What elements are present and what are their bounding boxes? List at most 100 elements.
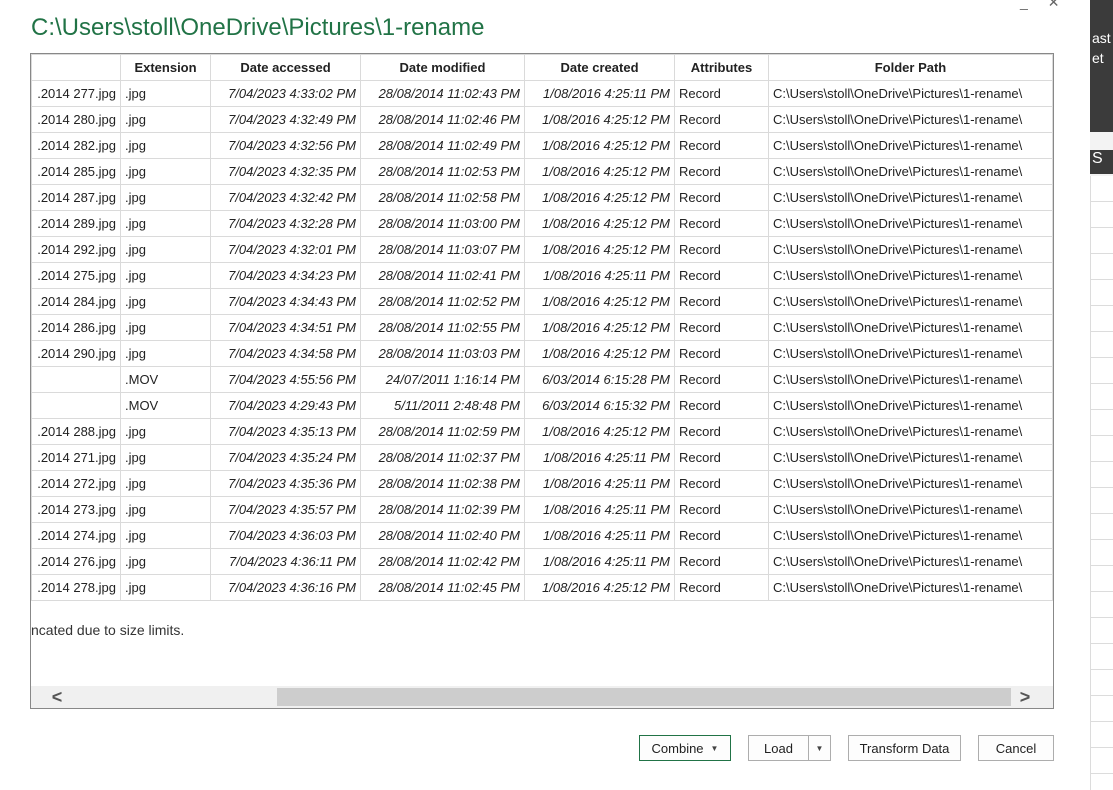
- table-row: .MOV 7/04/2023 4:55:56 PM 24/07/2011 1:16:…: [31, 366, 1053, 393]
- column-header-date-modified[interactable]: Date modified: [360, 54, 525, 81]
- scroll-right-icon[interactable]: >: [1015, 686, 1035, 708]
- cell-date-accessed: 7/04/2023 4:32:35 PM: [210, 158, 361, 185]
- load-button[interactable]: Load: [748, 735, 809, 761]
- cell-date-created: 1/08/2016 4:25:12 PM: [524, 210, 675, 237]
- load-dropdown-button[interactable]: ▼: [808, 735, 831, 761]
- window-controls: _✕: [1020, 0, 1080, 11]
- cell-date-created: 1/08/2016 4:25:12 PM: [524, 184, 675, 211]
- cell-date-modified: 28/08/2014 11:02:43 PM: [360, 80, 525, 107]
- table-row: .2014 278.jpg .jpg 7/04/2023 4:36:16 PM 28/…: [31, 574, 1053, 601]
- cell-extension: .jpg: [120, 158, 211, 185]
- cell-attributes[interactable]: Record: [674, 444, 769, 471]
- cell-name: .2014 275.jpg: [31, 262, 121, 289]
- cell-date-accessed: 7/04/2023 4:36:11 PM: [210, 548, 361, 575]
- table-row: .2014 289.jpg .jpg 7/04/2023 4:32:28 PM 28/…: [31, 210, 1053, 237]
- scrollbar-thumb[interactable]: [277, 688, 1011, 706]
- cell-name: [31, 392, 121, 419]
- cell-extension: .jpg: [120, 236, 211, 263]
- cell-attributes[interactable]: Record: [674, 392, 769, 419]
- cell-attributes[interactable]: Record: [674, 80, 769, 107]
- cancel-button[interactable]: Cancel: [978, 735, 1054, 761]
- cell-name: .2014 274.jpg: [31, 522, 121, 549]
- cell-date-accessed: 7/04/2023 4:33:02 PM: [210, 80, 361, 107]
- cell-name: .2014 286.jpg: [31, 314, 121, 341]
- table-row: .2014 287.jpg .jpg 7/04/2023 4:32:42 PM 28/…: [31, 184, 1053, 211]
- cell-date-accessed: 7/04/2023 4:32:42 PM: [210, 184, 361, 211]
- chevron-down-icon: ▼: [815, 743, 824, 753]
- cell-attributes[interactable]: Record: [674, 158, 769, 185]
- cell-folder-path: C:\Users\stoll\OneDrive\Pictures\1-renam…: [768, 574, 1053, 601]
- cell-folder-path: C:\Users\stoll\OneDrive\Pictures\1-renam…: [768, 132, 1053, 159]
- transform-data-button-label: Transform Data: [859, 740, 950, 756]
- cell-attributes[interactable]: Record: [674, 496, 769, 523]
- cell-folder-path: C:\Users\stoll\OneDrive\Pictures\1-renam…: [768, 80, 1053, 107]
- cell-attributes[interactable]: Record: [674, 314, 769, 341]
- cell-extension: .jpg: [120, 548, 211, 575]
- preview-table: Extension Date accessed Date modified Date …: [31, 54, 1053, 601]
- truncation-message: ncated due to size limits.: [31, 622, 185, 638]
- horizontal-scrollbar[interactable]: < >: [31, 686, 1053, 708]
- cell-attributes[interactable]: Record: [674, 548, 769, 575]
- cell-attributes[interactable]: Record: [674, 574, 769, 601]
- cell-name: .2014 289.jpg: [31, 210, 121, 237]
- cell-attributes[interactable]: Record: [674, 106, 769, 133]
- cell-date-modified: 28/08/2014 11:02:55 PM: [360, 314, 525, 341]
- cell-attributes[interactable]: Record: [674, 366, 769, 393]
- cell-date-modified: 5/11/2011 2:48:48 PM: [360, 392, 525, 419]
- cell-date-accessed: 7/04/2023 4:32:49 PM: [210, 106, 361, 133]
- cell-folder-path: C:\Users\stoll\OneDrive\Pictures\1-renam…: [768, 158, 1053, 185]
- load-button-label: Load: [764, 740, 793, 756]
- cell-attributes[interactable]: Record: [674, 184, 769, 211]
- scroll-left-icon[interactable]: <: [47, 686, 67, 708]
- close-icon[interactable]: ✕: [1048, 0, 1080, 10]
- cell-date-created: 1/08/2016 4:25:11 PM: [524, 470, 675, 497]
- cell-attributes[interactable]: Record: [674, 418, 769, 445]
- cell-extension: .jpg: [120, 522, 211, 549]
- cell-date-modified: 28/08/2014 11:02:46 PM: [360, 106, 525, 133]
- cell-date-created: 1/08/2016 4:25:12 PM: [524, 236, 675, 263]
- cell-attributes[interactable]: Record: [674, 132, 769, 159]
- cell-attributes[interactable]: Record: [674, 522, 769, 549]
- cell-date-accessed: 7/04/2023 4:36:03 PM: [210, 522, 361, 549]
- cell-attributes[interactable]: Record: [674, 262, 769, 289]
- cell-date-accessed: 7/04/2023 4:34:51 PM: [210, 314, 361, 341]
- column-header-name[interactable]: [31, 54, 121, 81]
- cell-date-modified: 28/08/2014 11:03:03 PM: [360, 340, 525, 367]
- minimize-icon[interactable]: _: [1020, 0, 1048, 10]
- cell-date-accessed: 7/04/2023 4:29:43 PM: [210, 392, 361, 419]
- cell-date-created: 1/08/2016 4:25:12 PM: [524, 418, 675, 445]
- cell-name: .2014 284.jpg: [31, 288, 121, 315]
- column-header-date-accessed[interactable]: Date accessed: [210, 54, 361, 81]
- cell-date-created: 1/08/2016 4:25:12 PM: [524, 288, 675, 315]
- cell-folder-path: C:\Users\stoll\OneDrive\Pictures\1-renam…: [768, 288, 1053, 315]
- column-header-attributes[interactable]: Attributes: [674, 54, 769, 81]
- cell-date-accessed: 7/04/2023 4:32:56 PM: [210, 132, 361, 159]
- cell-date-modified: 28/08/2014 11:02:58 PM: [360, 184, 525, 211]
- transform-data-button[interactable]: Transform Data: [848, 735, 961, 761]
- cell-folder-path: C:\Users\stoll\OneDrive\Pictures\1-renam…: [768, 366, 1053, 393]
- cell-attributes[interactable]: Record: [674, 470, 769, 497]
- cell-name: .2014 290.jpg: [31, 340, 121, 367]
- cell-name: .2014 280.jpg: [31, 106, 121, 133]
- cell-extension: .jpg: [120, 288, 211, 315]
- cell-date-created: 6/03/2014 6:15:28 PM: [524, 366, 675, 393]
- cell-name: .2014 292.jpg: [31, 236, 121, 263]
- cell-attributes[interactable]: Record: [674, 236, 769, 263]
- cell-name: .2014 273.jpg: [31, 496, 121, 523]
- cell-extension: .MOV: [120, 392, 211, 419]
- combine-button[interactable]: Combine ▼: [639, 735, 731, 761]
- cell-date-created: 1/08/2016 4:25:11 PM: [524, 522, 675, 549]
- table-header-row: Extension Date accessed Date modified Date …: [31, 54, 1053, 81]
- column-header-extension[interactable]: Extension: [120, 54, 211, 81]
- cell-date-modified: 28/08/2014 11:03:00 PM: [360, 210, 525, 237]
- cell-attributes[interactable]: Record: [674, 288, 769, 315]
- cell-date-created: 1/08/2016 4:25:12 PM: [524, 132, 675, 159]
- cell-attributes[interactable]: Record: [674, 340, 769, 367]
- cell-name: .2014 287.jpg: [31, 184, 121, 211]
- cell-attributes[interactable]: Record: [674, 210, 769, 237]
- cell-folder-path: C:\Users\stoll\OneDrive\Pictures\1-renam…: [768, 418, 1053, 445]
- cell-date-created: 1/08/2016 4:25:12 PM: [524, 574, 675, 601]
- column-header-folder-path[interactable]: Folder Path: [768, 54, 1053, 81]
- cell-name: .2014 276.jpg: [31, 548, 121, 575]
- column-header-date-created[interactable]: Date created: [524, 54, 675, 81]
